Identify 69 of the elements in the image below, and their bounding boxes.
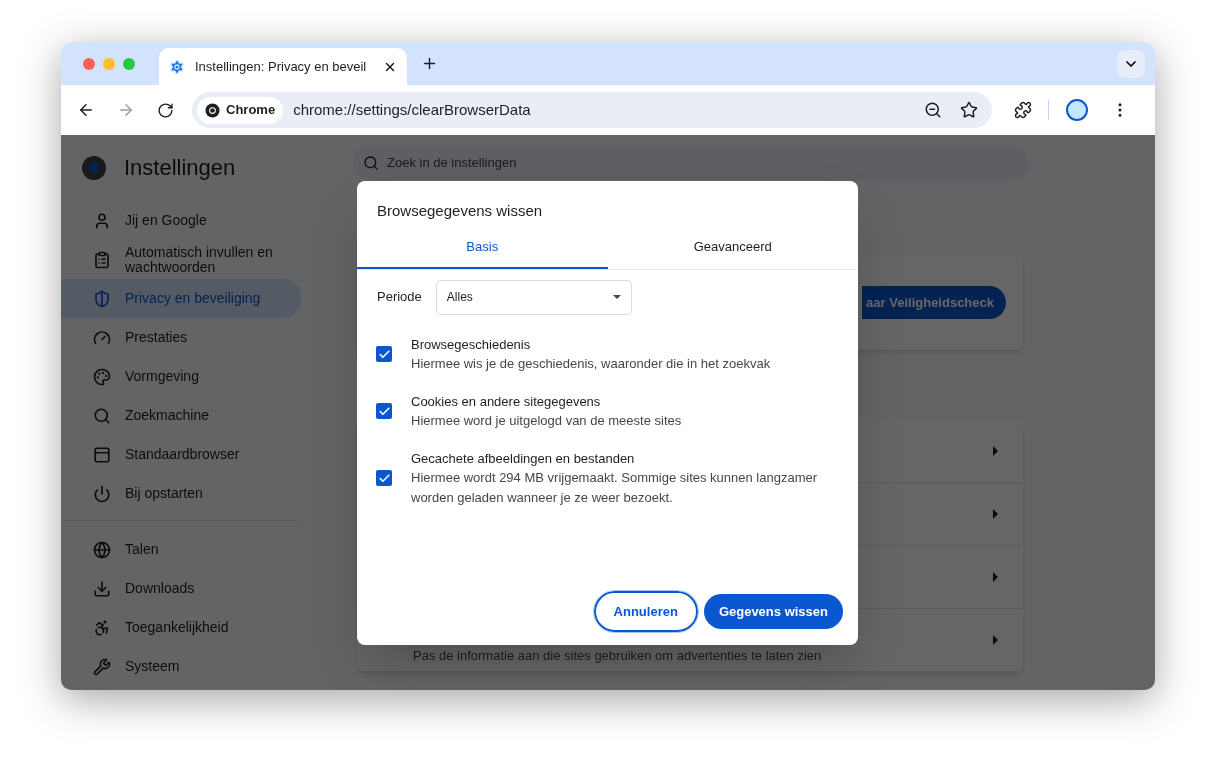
settings-logo-icon[interactable] — [82, 155, 106, 180]
download-icon — [93, 579, 111, 598]
dialog-title: Browsegegevens wissen — [377, 201, 544, 221]
check-icon — [377, 347, 391, 361]
gauge-icon — [93, 328, 111, 347]
option-description: Hiermee word je uitgelogd van de meeste sites — [411, 411, 682, 430]
sidebar-item[interactable]: Talen — [61, 530, 302, 569]
checkbox[interactable] — [376, 403, 392, 419]
arrow-right-icon — [993, 509, 999, 519]
arrow-right-icon — [993, 572, 999, 582]
sidebar-item[interactable]: Toegankelijkheid — [61, 608, 302, 647]
sidebar-item[interactable]: Standaardbrowser — [61, 435, 302, 474]
check-icon — [377, 404, 391, 418]
search-field[interactable]: Zoek in de instellingen — [353, 146, 1029, 180]
option-title: Cookies en andere sitegegevens — [411, 392, 602, 411]
settings-title: Instellingen — [124, 154, 236, 182]
option-title: Browsegeschiedenis — [411, 335, 532, 354]
sidebar-item[interactable]: Automatisch invullen en wachtwoorden — [61, 240, 302, 279]
shield-icon — [93, 289, 111, 308]
profile-avatar-icon[interactable] — [1065, 98, 1089, 122]
option-description: Hiermee wordt 294 MB vrijgemaakt. Sommige sites kunnen langzamer worden geladen wanneer je ze weer bezoekt. — [411, 468, 819, 507]
power-icon — [93, 484, 111, 503]
period-dropdown[interactable]: Alles — [435, 279, 632, 315]
extensions-icon[interactable] — [1014, 101, 1032, 119]
dropdown-caret-icon — [612, 295, 621, 299]
period-label: Periode — [377, 288, 422, 307]
option-title: Gecachete afbeeldingen en bestanden — [411, 449, 636, 468]
clipboard-icon — [93, 250, 111, 269]
sidebar-item[interactable]: Prestaties — [61, 318, 302, 357]
sidebar-item[interactable]: Privacy en beveiliging — [61, 279, 302, 318]
tab-search-button[interactable] — [1117, 49, 1145, 78]
check-icon — [377, 471, 391, 485]
sidebar-item[interactable]: Downloads — [61, 569, 302, 608]
accessibility-icon — [93, 618, 111, 637]
url-text: chrome://settings/clearBrowserData — [293, 99, 532, 120]
clear-data-button[interactable]: Gegevens wissen — [703, 594, 843, 629]
palette-icon — [93, 367, 111, 386]
bookmark-star-icon[interactable] — [960, 101, 978, 119]
new-tab-icon[interactable] — [421, 55, 438, 72]
chrome-logo-icon — [205, 102, 220, 118]
zoom-icon[interactable] — [924, 101, 942, 119]
browser-tab[interactable]: Instellingen: Privacy en beveil — [159, 48, 407, 85]
checkbox[interactable] — [376, 346, 392, 362]
row-description: Pas de informatie aan die sites gebruiken om advertenties te laten zien — [413, 646, 822, 665]
reload-icon[interactable] — [157, 101, 174, 119]
sidebar-item[interactable]: Zoekmachine — [61, 396, 302, 435]
search-icon — [93, 406, 111, 425]
dialog-tab[interactable]: Basis — [357, 236, 608, 269]
globe-icon — [93, 540, 111, 559]
sidebar-item[interactable]: Bij opstarten — [61, 474, 302, 513]
person-icon — [93, 211, 111, 230]
address-bar[interactable]: Chrome chrome://settings/clearBrowserData — [192, 92, 992, 128]
option-description: Hiermee wis je de geschiedenis, waaronder die in het zoekvak — [411, 354, 771, 373]
safety-check-button[interactable]: aar Veiligheidscheck — [862, 286, 1006, 319]
checkbox[interactable] — [376, 470, 392, 486]
gear-icon — [169, 58, 185, 75]
browser-window-icon — [93, 445, 111, 464]
sidebar-item[interactable]: Jij en Google — [61, 201, 302, 240]
site-chip[interactable]: Chrome — [197, 96, 284, 124]
sidebar-item[interactable]: Vormgeving — [61, 357, 302, 396]
search-icon — [363, 155, 379, 171]
arrow-right-icon — [993, 635, 999, 645]
dialog-tab[interactable]: Geavanceerd — [607, 236, 858, 269]
arrow-right-icon — [993, 446, 999, 456]
wrench-icon — [93, 657, 111, 676]
forward-icon[interactable] — [117, 101, 135, 119]
cancel-button[interactable]: Annuleren — [593, 591, 698, 632]
back-icon[interactable] — [77, 101, 95, 119]
sidebar-item[interactable]: Systeem — [61, 647, 302, 686]
